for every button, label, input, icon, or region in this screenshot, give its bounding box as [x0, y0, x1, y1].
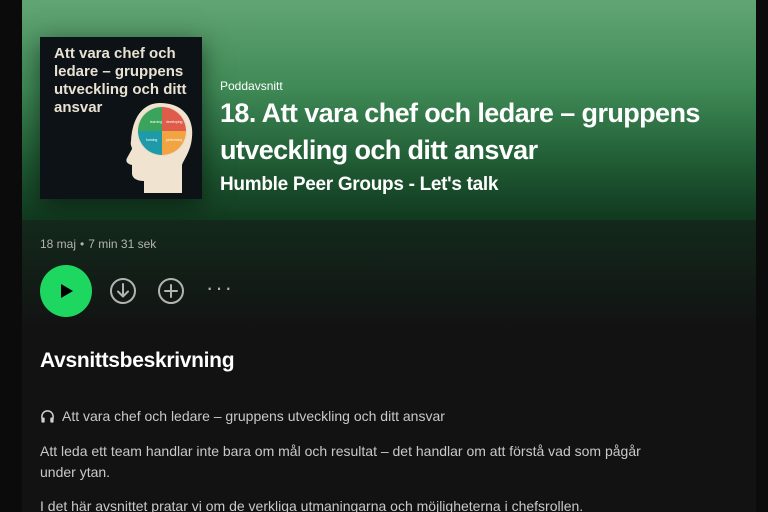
- play-icon: [61, 284, 73, 298]
- right-sidebar-edge: [756, 0, 768, 512]
- episode-header: Att vara chef och ledare – gruppens utve…: [22, 0, 756, 220]
- quadrant-label: performing: [166, 138, 182, 142]
- description-line-text: Att vara chef och ledare – gruppens utve…: [62, 408, 445, 424]
- head-profile-illustration: learning developing performing forming: [126, 103, 193, 193]
- more-options-button[interactable]: ···: [206, 277, 236, 304]
- episode-type-label: Poddavsnitt: [220, 79, 283, 93]
- quadrant-label: learning: [150, 120, 162, 124]
- quadrant-label: forming: [146, 138, 157, 142]
- episode-title: 18. Att vara chef och ledare – gruppens …: [220, 98, 700, 165]
- episode-page: Att vara chef och ledare – gruppens utve…: [22, 0, 756, 512]
- show-name-link[interactable]: Humble Peer Groups - Let's talk: [220, 174, 498, 196]
- separator-dot: •: [80, 237, 85, 251]
- add-to-library-button[interactable]: [156, 276, 186, 306]
- quadrant-label: developing: [166, 120, 183, 124]
- episode-cover-art: Att vara chef och ledare – gruppens utve…: [40, 37, 202, 199]
- description-paragraph: I det här avsnittet pratar vi om de verk…: [40, 498, 584, 512]
- description-first-line: Att vara chef och ledare – gruppens utve…: [40, 408, 445, 424]
- play-button[interactable]: [40, 265, 92, 317]
- download-button[interactable]: [108, 276, 138, 306]
- left-sidebar-edge: [0, 0, 22, 512]
- episode-meta-row: 18 maj • 7 min 31 sek: [40, 237, 156, 251]
- episode-date: 18 maj: [40, 237, 77, 251]
- headphones-icon: [41, 409, 54, 423]
- description-heading: Avsnittsbeskrivning: [40, 349, 235, 372]
- description-paragraph: Att leda ett team handlar inte bara om m…: [40, 443, 641, 480]
- episode-duration: 7 min 31 sek: [88, 237, 157, 251]
